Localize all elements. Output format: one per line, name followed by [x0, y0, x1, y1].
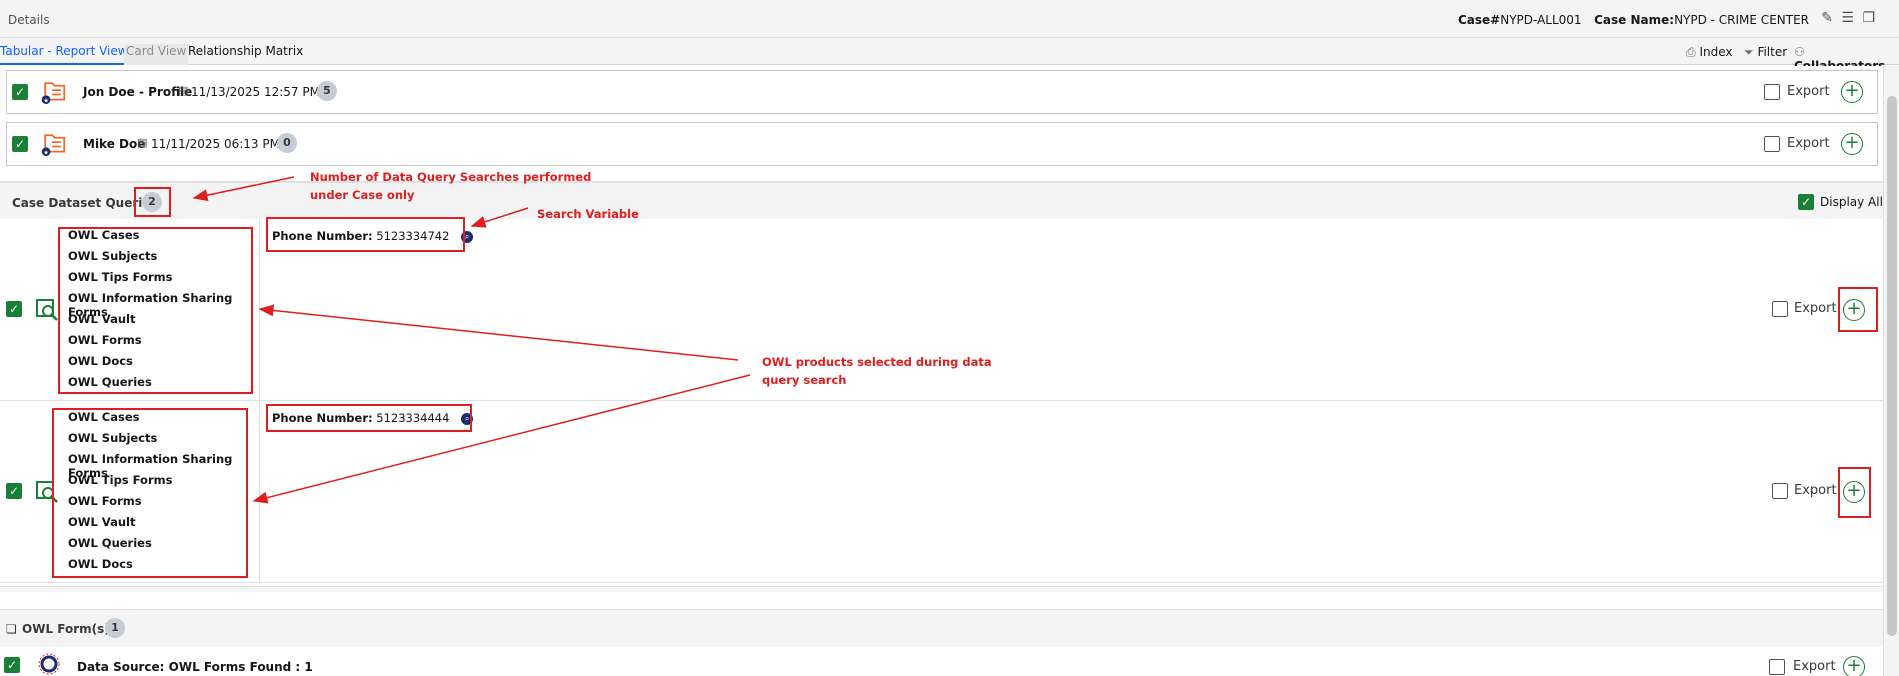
tab-tabular-report-view[interactable]: Tabular - Report View	[0, 44, 128, 65]
display-all-checkbox[interactable]: ✓	[1798, 194, 1814, 210]
case-name-label: Case Name:	[1594, 13, 1675, 27]
scrollbar-thumb[interactable]	[1887, 96, 1897, 636]
profile-date: 11/11/2025 06:13 PM	[151, 137, 280, 151]
export-checkbox[interactable]	[1764, 136, 1780, 152]
case-dataset-queries-header: Case Dataset Queries 2 ✓ Display All	[0, 181, 1883, 219]
row-checkbox[interactable]: ✓	[4, 657, 20, 673]
count-badge: 0	[277, 133, 297, 153]
case-name: NYPD - CRIME CENTER	[1674, 13, 1809, 27]
profile-folder-icon: ★	[41, 82, 66, 104]
export-label: Export	[1787, 136, 1830, 151]
header-icons: ✎ ☰ ❐	[1821, 10, 1877, 26]
owl-forms-header: ❏ OWL Form(s) 1	[0, 609, 1883, 647]
users-icon: ⚇	[1794, 45, 1805, 59]
annotation-searches-count: Number of Data Query Searches performed …	[310, 170, 592, 202]
case-info: Case#NYPD-ALL001 Case Name:NYPD - CRIME …	[1458, 13, 1809, 27]
export-label: Export	[1794, 301, 1837, 316]
title-bar: Details Case#NYPD-ALL001 Case Name:NYPD …	[0, 0, 1899, 38]
add-button[interactable]: +	[1841, 81, 1863, 103]
annotation-box-count	[134, 187, 171, 217]
row-checkbox[interactable]: ✓	[12, 84, 28, 100]
profile-folder-icon: ★	[41, 134, 66, 156]
edit-icon[interactable]: ✎	[1821, 10, 1835, 26]
divider	[259, 219, 260, 401]
export-checkbox[interactable]	[1772, 301, 1788, 317]
annotation-products-selected: OWL products selected during data query …	[762, 355, 992, 387]
add-button[interactable]: +	[1843, 656, 1865, 676]
view-tabs: Tabular - Report View Card View Relation…	[0, 38, 1899, 73]
windows-icon[interactable]: ❐	[1862, 10, 1877, 26]
owl-logo-icon	[38, 653, 60, 675]
annotation-box-products-1	[58, 227, 253, 394]
case-number: NYPD-ALL001	[1500, 13, 1582, 27]
annotation-box-add-1	[1838, 287, 1878, 332]
query-search-icon	[36, 299, 58, 321]
section-title: OWL Form(s)	[22, 622, 110, 636]
row-checkbox[interactable]: ✓	[12, 136, 28, 152]
page-title: Details	[8, 13, 50, 27]
export-checkbox[interactable]	[1769, 659, 1785, 675]
printer-icon: ⎙	[1686, 45, 1696, 59]
count-badge: 5	[317, 81, 337, 101]
filter-icon: ⏷	[1744, 45, 1754, 59]
add-button[interactable]: +	[1841, 133, 1863, 155]
calendar-icon: ▤	[178, 84, 189, 97]
profile-row: ✓ ★ Jon Doe - Profile ▤ 11/13/2025 12:57…	[6, 70, 1878, 114]
export-label: Export	[1787, 84, 1830, 99]
forms-count-badge: 1	[105, 618, 125, 638]
forms-row: ✓ Data Source: OWL Forms Found : 1 Expor…	[0, 647, 1883, 676]
annotation-box-variable-1	[266, 217, 465, 252]
section-divider	[0, 586, 1883, 592]
annotation-search-variable: Search Variable	[537, 207, 639, 221]
export-label: Export	[1793, 659, 1836, 674]
annotation-box-variable-2	[266, 404, 472, 432]
profile-row: ✓ ★ Mike Doe ▤ 11/11/2025 06:13 PM 0 Exp…	[6, 122, 1878, 166]
export-label: Export	[1794, 483, 1837, 498]
menu-icon[interactable]: ☰	[1841, 10, 1856, 26]
export-checkbox[interactable]	[1772, 483, 1788, 499]
filter-button[interactable]: ⏷ Filter	[1744, 45, 1787, 60]
vertical-scrollbar[interactable]	[1883, 66, 1899, 676]
profile-date: 11/13/2025 12:57 PM	[191, 85, 320, 99]
case-number-label: Case#	[1457, 13, 1501, 27]
tab-relationship-matrix[interactable]: Relationship Matrix	[188, 44, 303, 65]
svg-text:★: ★	[43, 149, 49, 156]
divider	[259, 401, 260, 583]
forms-icon: ❏	[6, 622, 17, 636]
export-checkbox[interactable]	[1764, 84, 1780, 100]
annotation-box-add-2	[1838, 467, 1871, 518]
tab-card-view[interactable]: Card View	[124, 44, 189, 65]
index-button[interactable]: ⎙ Index	[1686, 45, 1732, 60]
data-source-label[interactable]: Data Source: OWL Forms Found : 1	[77, 660, 313, 674]
row-checkbox[interactable]: ✓	[6, 301, 22, 317]
svg-text:★: ★	[43, 97, 49, 104]
profile-name[interactable]: Jon Doe - Profile	[83, 85, 192, 99]
annotation-box-products-2	[52, 408, 248, 578]
calendar-icon: ▤	[137, 136, 148, 149]
display-all-label: Display All	[1820, 195, 1883, 209]
row-checkbox[interactable]: ✓	[6, 483, 22, 499]
